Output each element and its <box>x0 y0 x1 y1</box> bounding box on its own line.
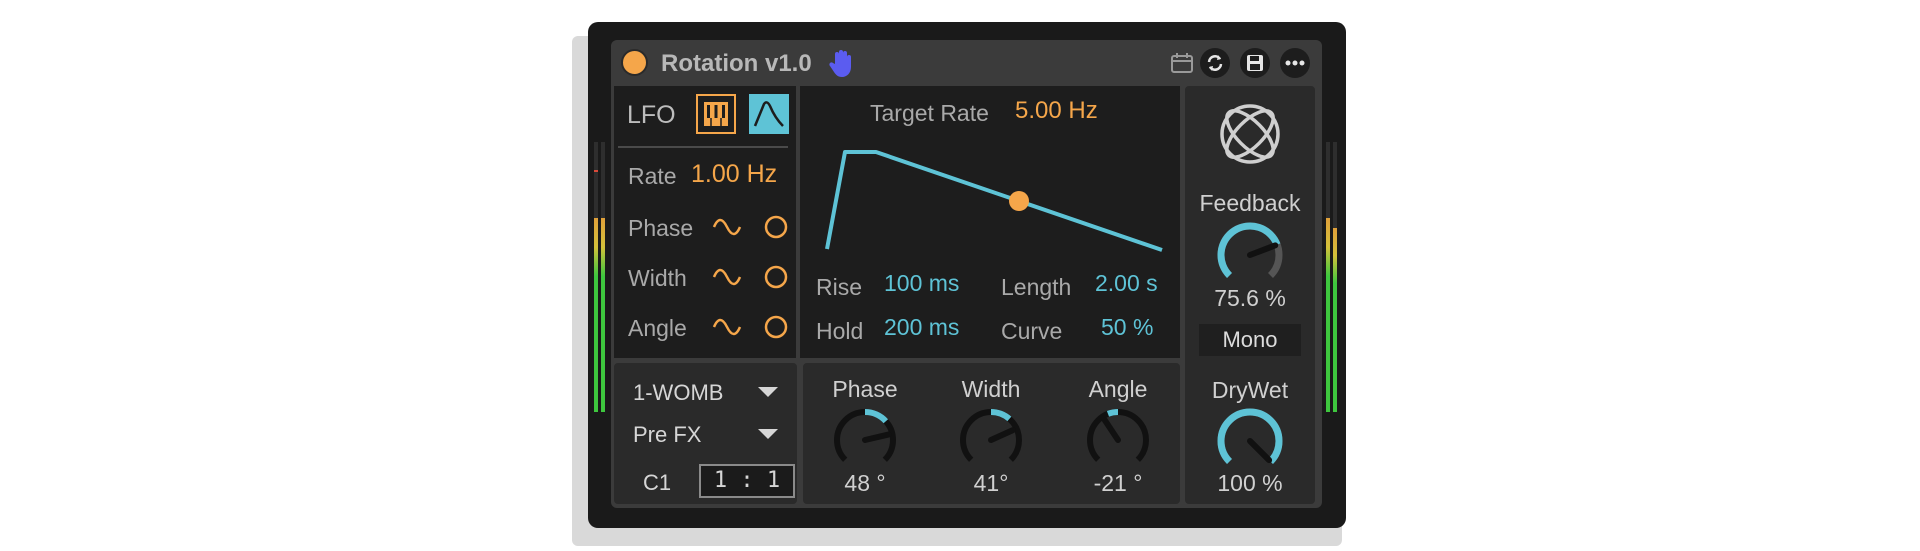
input-meter-left <box>594 142 598 412</box>
output-meter-right <box>1333 142 1337 412</box>
device-power-button[interactable] <box>621 49 648 76</box>
lfo-label: LFO <box>627 101 676 129</box>
angle-knob-value: -21 ° <box>1093 470 1143 496</box>
phase-knob-value: 48 ° <box>844 470 886 496</box>
save-icon[interactable] <box>1240 48 1270 78</box>
orbit-icon <box>1216 100 1284 173</box>
drywet-value: 100 % <box>1217 470 1283 496</box>
sine-icon[interactable] <box>712 315 742 344</box>
lfo-row-label: Angle <box>628 315 687 341</box>
feedback-value: 75.6 % <box>1214 285 1286 311</box>
curve-label: Curve <box>1001 318 1063 344</box>
circle-icon[interactable] <box>763 264 789 295</box>
sine-icon[interactable] <box>712 265 742 294</box>
hand-icon <box>829 48 855 83</box>
curve-value[interactable]: 50 % <box>1101 314 1153 341</box>
width-knob-label: Width <box>961 376 1021 402</box>
feedback-label: Feedback <box>1199 190 1301 216</box>
circle-icon[interactable] <box>763 214 789 245</box>
rise-label: Rise <box>816 274 863 300</box>
piano-icon[interactable] <box>696 94 736 134</box>
lfo-divider <box>618 146 788 148</box>
hold-label: Hold <box>816 318 864 344</box>
ratio-box[interactable]: 1 : 1 <box>699 464 795 498</box>
input-meter-right <box>601 142 605 412</box>
output-meter-left <box>1326 142 1330 412</box>
mono-button[interactable]: Mono <box>1199 324 1301 356</box>
chevron-down-icon[interactable] <box>758 429 778 439</box>
envelope-icon[interactable] <box>749 94 789 134</box>
hold-value[interactable]: 200 ms <box>884 314 959 341</box>
position-dropdown-value[interactable]: Pre FX <box>633 422 701 448</box>
lfo-row-label: Phase <box>628 215 694 241</box>
calendar-icon[interactable] <box>1167 48 1197 78</box>
lfo-row-label: Width <box>628 265 687 291</box>
rise-value[interactable]: 100 ms <box>884 270 959 297</box>
circle-icon[interactable] <box>763 314 789 345</box>
length-label: Length <box>1001 274 1072 300</box>
angle-knob-label: Angle <box>1088 376 1148 402</box>
drywet-label: DryWet <box>1211 377 1289 403</box>
note-value[interactable]: C1 <box>643 470 671 496</box>
sine-icon[interactable] <box>712 215 742 244</box>
more-icon[interactable] <box>1280 48 1310 78</box>
chevron-down-icon[interactable] <box>758 387 778 397</box>
phase-knob-label: Phase <box>832 376 898 402</box>
source-dropdown-value[interactable]: 1-WOMB <box>633 380 723 406</box>
width-knob-value: 41° <box>973 470 1009 496</box>
lfo-rate-label: Rate <box>628 163 677 189</box>
lfo-rate-value[interactable]: 1.00 Hz <box>691 160 777 189</box>
device-title: Rotation v1.0 <box>661 50 812 77</box>
length-value[interactable]: 2.00 s <box>1095 270 1158 297</box>
envelope-curve-handle <box>1009 191 1029 211</box>
refresh-icon[interactable] <box>1200 48 1230 78</box>
